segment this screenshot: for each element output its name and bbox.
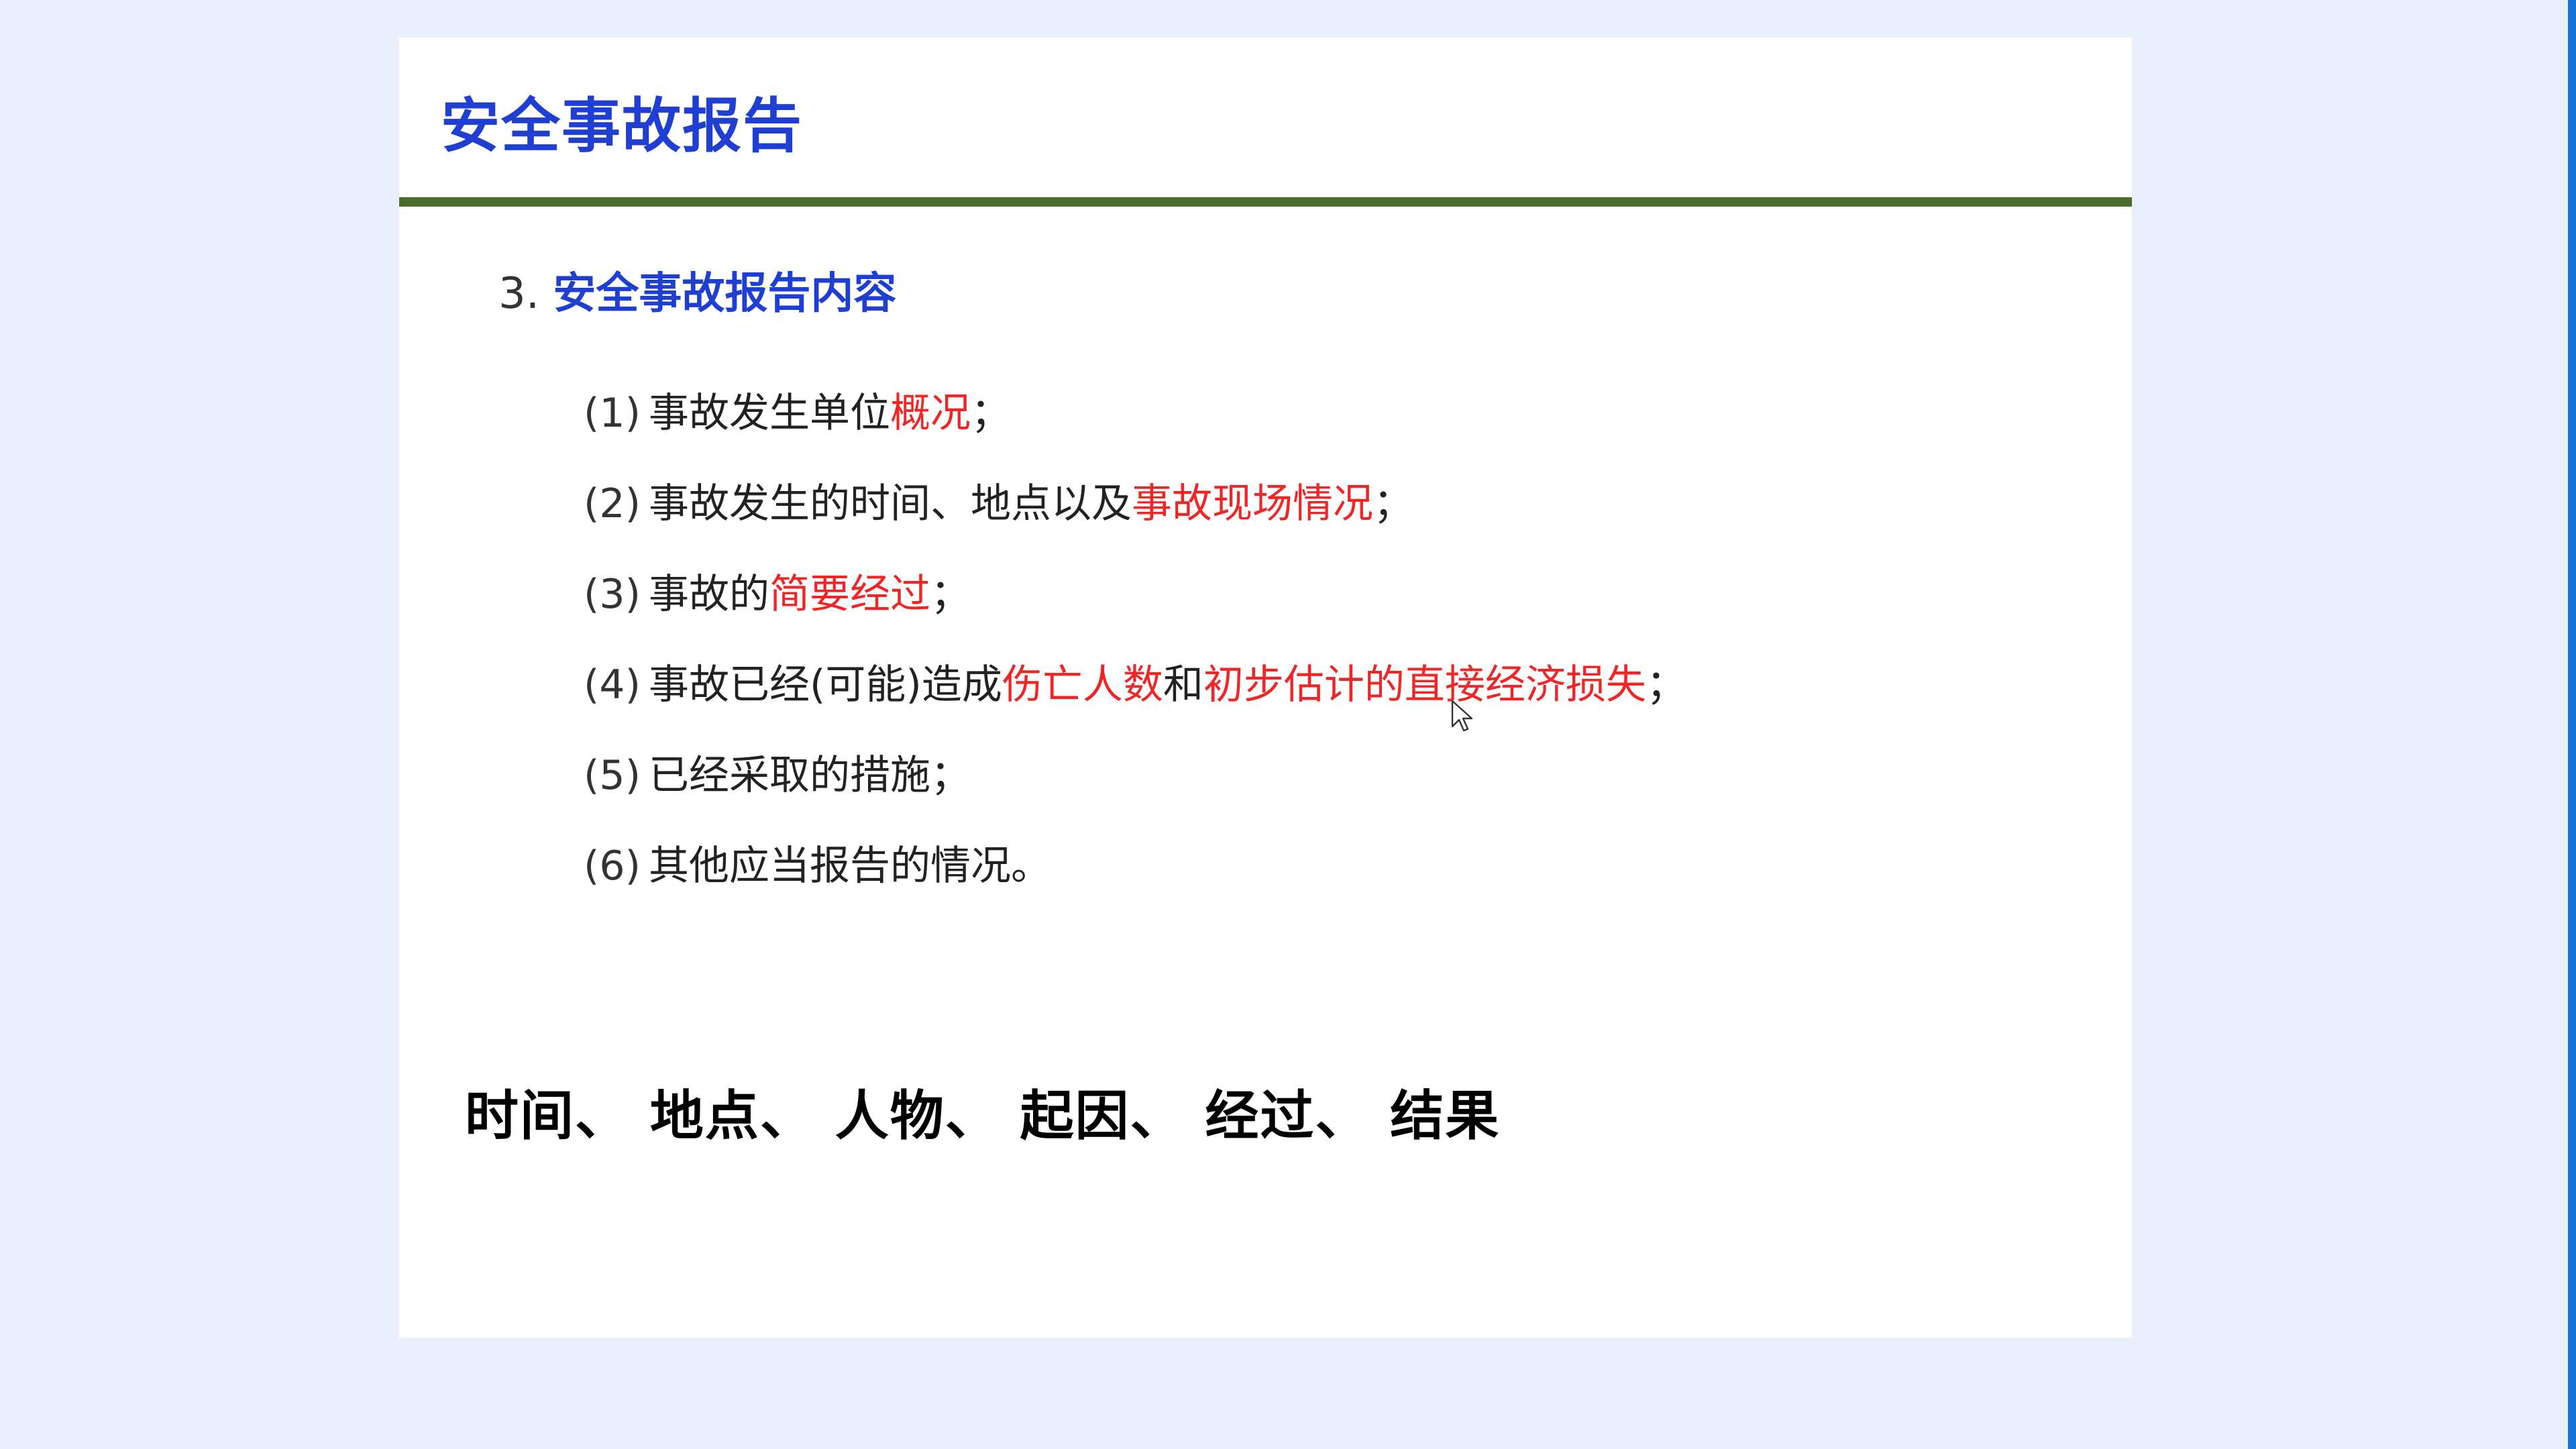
section-heading: 3. 安全事故报告内容 <box>498 272 896 315</box>
list-item: (4) 事故已经(可能)造成伤亡人数和初步估计的直接经济损失； <box>584 665 1686 705</box>
item-text: ； <box>1373 480 1413 527</box>
item-text: 事故发生单位 <box>649 390 890 437</box>
highlighted-text: 事故现场情况 <box>1132 480 1373 527</box>
title-divider <box>399 197 2132 207</box>
list-item: (2) 事故发生的时间、地点以及事故现场情况； <box>584 484 1413 524</box>
highlighted-text: 伤亡人数 <box>1002 661 1163 708</box>
section-heading-text: 安全事故报告内容 <box>553 269 897 319</box>
list-item: (3) 事故的简要经过； <box>584 574 971 614</box>
highlighted-text: 简要经过 <box>769 571 930 618</box>
slide-header: 安全事故报告 <box>399 38 2132 195</box>
mouse-pointer-icon <box>1451 700 1473 732</box>
item-text: ； <box>930 571 971 618</box>
item-text: 其他应当报告的情况。 <box>649 843 1051 890</box>
list-item: (5) 已经采取的措施； <box>584 755 971 796</box>
item-text: 已经采取的措施； <box>649 752 971 799</box>
presentation-slide: 安全事故报告 3. 安全事故报告内容 (1) 事故发生单位概况； (2) 事故发生的时… <box>399 38 2132 1338</box>
screen: 安全事故报告 3. 安全事故报告内容 (1) 事故发生单位概况； (2) 事故发生的时… <box>0 0 2576 1449</box>
highlighted-text: 初步估计的直接经济损失 <box>1203 661 1646 708</box>
list-item-number: (1) <box>584 390 641 437</box>
highlighted-text: 概况 <box>890 390 971 437</box>
summary-text: 时间、 地点、 人物、 起因、 经过、 结果 <box>465 1085 1501 1147</box>
item-text: ； <box>971 390 1011 437</box>
list-item: (1) 事故发生单位概况； <box>584 393 1011 433</box>
item-text: 事故已经(可能)造成 <box>649 661 1002 708</box>
slide-title: 安全事故报告 <box>441 91 804 160</box>
item-text: 和 <box>1163 661 1203 708</box>
window-edge-bar <box>2568 0 2576 1449</box>
item-text: 事故的 <box>649 571 769 618</box>
list-item-number: (4) <box>584 661 641 708</box>
list-item: (6) 其他应当报告的情况。 <box>584 846 1051 886</box>
list-item-number: (3) <box>584 571 641 618</box>
item-text: 事故发生的时间、地点以及 <box>649 480 1132 527</box>
list-item-number: (2) <box>584 480 641 527</box>
item-text: ； <box>1646 661 1686 708</box>
section-number: 3. <box>498 269 540 319</box>
list-item-number: (5) <box>584 752 641 799</box>
list-item-number: (6) <box>584 843 641 890</box>
